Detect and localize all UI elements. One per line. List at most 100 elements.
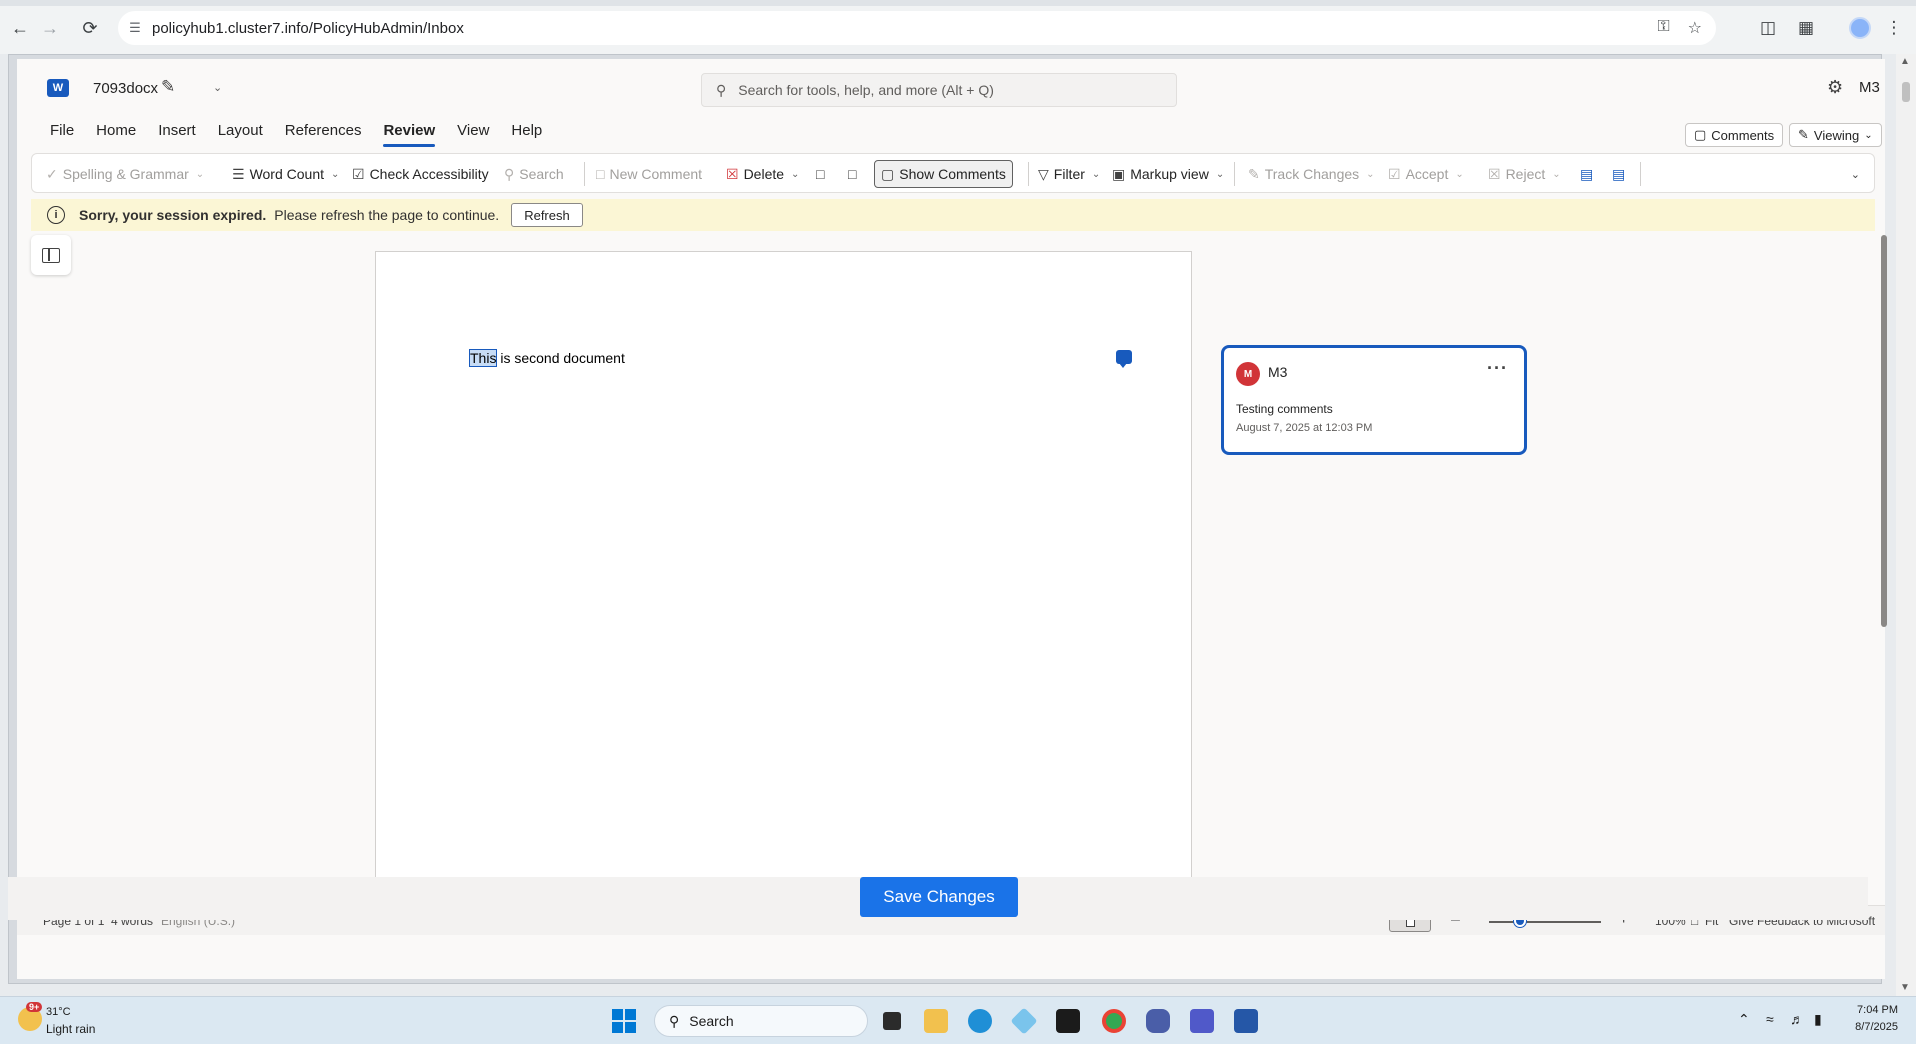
edge-icon[interactable]: [968, 1009, 992, 1033]
document-paragraph[interactable]: This is second document: [468, 349, 625, 367]
check-accessibility-label: Check Accessibility: [369, 166, 489, 182]
previous-change-icon: ▤: [1580, 165, 1594, 182]
tab-insert[interactable]: Insert: [147, 121, 207, 147]
chevron-down-icon: ⌄: [1455, 168, 1464, 180]
show-hidden-icons-icon[interactable]: ⌃: [1738, 1011, 1750, 1028]
weather-badge: 9+: [26, 1002, 43, 1012]
forward-icon[interactable]: →: [36, 14, 64, 42]
search-button[interactable]: ⚲ Search: [504, 162, 564, 186]
zoom-slider[interactable]: [1489, 921, 1601, 923]
new-comment-label: New Comment: [609, 166, 703, 182]
new-comment-icon: □: [596, 166, 605, 182]
document-page[interactable]: This is second document: [375, 251, 1192, 909]
track-changes-label: Track Changes: [1264, 166, 1360, 182]
markup-view-button[interactable]: ▣ Markup view ⌄: [1112, 162, 1224, 186]
more-options-icon[interactable]: ···: [1487, 358, 1508, 379]
task-view-icon[interactable]: [883, 1012, 901, 1030]
show-comments-icon: ▢: [881, 165, 895, 182]
page-scroll-thumb[interactable]: [1902, 82, 1910, 102]
document-scrollbar-thumb[interactable]: [1881, 235, 1887, 627]
chrome-icon[interactable]: [1102, 1009, 1126, 1033]
browser-menu-icon[interactable]: ⋮: [1880, 14, 1908, 42]
delete-label: Delete: [743, 166, 785, 182]
spelling-grammar-button[interactable]: ✓ Spelling & Grammar ⌄: [46, 162, 204, 186]
filter-button[interactable]: ▽ Filter ⌄: [1038, 162, 1100, 186]
copilot-icon[interactable]: [1010, 1007, 1038, 1035]
terminal-icon[interactable]: [1056, 1009, 1080, 1033]
tab-references[interactable]: References: [274, 121, 373, 147]
comment-icon: ▢: [1694, 127, 1707, 142]
ribbon-divider: [1234, 162, 1235, 186]
reload-icon[interactable]: ⟳: [76, 14, 104, 42]
markup-view-label: Markup view: [1130, 166, 1209, 182]
new-comment-button[interactable]: □ New Comment: [596, 162, 702, 186]
extensions-icon[interactable]: ▦: [1792, 14, 1820, 42]
chevron-down-icon: ⌄: [1864, 129, 1873, 141]
bookmark-star-icon[interactable]: ☆: [1688, 18, 1702, 38]
tab-review[interactable]: Review: [372, 121, 446, 147]
ribbon-tabs: File Home Insert Layout References Revie…: [39, 121, 553, 147]
gear-icon[interactable]: ⚙: [1827, 77, 1843, 98]
comment-marker-icon[interactable]: [1116, 350, 1132, 368]
delete-comment-button[interactable]: ☒ Delete ⌄: [726, 162, 799, 186]
clock-date[interactable]: 8/7/2025: [1846, 1021, 1898, 1033]
refresh-button[interactable]: Refresh: [511, 203, 583, 227]
show-comments-button[interactable]: ▢ Show Comments: [874, 160, 1013, 188]
url-text[interactable]: policyhub1.cluster7.info/PolicyHubAdmin/…: [152, 20, 464, 37]
search-input[interactable]: ⚲ Search for tools, help, and more (Alt …: [701, 73, 1177, 107]
clock-time[interactable]: 7:04 PM: [1852, 1004, 1898, 1016]
selected-text[interactable]: This: [468, 349, 498, 367]
chevron-down-icon[interactable]: ⌄: [213, 81, 222, 94]
chevron-down-icon: ⌄: [1091, 168, 1101, 180]
tab-home[interactable]: Home: [85, 121, 147, 147]
tab-file[interactable]: File: [39, 121, 85, 147]
address-bar[interactable]: ☰ policyhub1.cluster7.info/PolicyHubAdmi…: [118, 11, 1716, 45]
file-explorer-icon[interactable]: [924, 1009, 948, 1033]
check-accessibility-button[interactable]: ☑ Check Accessibility: [352, 162, 489, 186]
back-icon[interactable]: ←: [6, 14, 34, 42]
weather-description[interactable]: Light rain: [46, 1022, 95, 1036]
battery-icon[interactable]: ▮: [1814, 1011, 1822, 1028]
previous-comment-button[interactable]: □: [816, 162, 824, 186]
comments-button[interactable]: ▢ Comments: [1685, 123, 1784, 147]
taskbar-search[interactable]: ⚲ Search: [654, 1005, 868, 1037]
session-expired-banner: i Sorry, your session expired. Please re…: [31, 199, 1875, 231]
viewing-mode-button[interactable]: ✎ Viewing ⌄: [1789, 123, 1882, 147]
site-info-icon[interactable]: ☰: [118, 20, 152, 36]
document-name[interactable]: 7093docx: [93, 80, 158, 97]
scroll-up-icon[interactable]: ▲: [1900, 56, 1910, 67]
next-change-button[interactable]: ▤: [1612, 162, 1625, 186]
remote-desktop-icon[interactable]: [1234, 1009, 1258, 1033]
track-changes-button[interactable]: ✎ Track Changes ⌄: [1248, 162, 1375, 186]
start-icon[interactable]: [612, 1009, 636, 1033]
tab-search-icon[interactable]: ◫: [1754, 14, 1782, 42]
comment-card[interactable]: M M3 ··· Testing comments August 7, 2025…: [1221, 345, 1527, 455]
save-changes-button[interactable]: Save Changes: [860, 877, 1018, 917]
tab-view[interactable]: View: [446, 121, 500, 147]
user-account[interactable]: M3: [1859, 79, 1880, 96]
ribbon-divider: [1640, 162, 1641, 186]
tab-help[interactable]: Help: [500, 121, 553, 147]
filter-label: Filter: [1053, 166, 1085, 182]
paragraph-text[interactable]: is second document: [496, 350, 625, 366]
reject-button[interactable]: ☒ Reject ⌄: [1488, 162, 1561, 186]
password-key-icon[interactable]: ⚿: [1657, 18, 1669, 38]
scroll-down-icon[interactable]: ▼: [1900, 982, 1910, 993]
search-icon: ⚲: [716, 81, 727, 98]
tab-layout[interactable]: Layout: [207, 121, 274, 147]
previous-change-button[interactable]: ▤: [1580, 162, 1593, 186]
volume-icon[interactable]: ♬: [1790, 1011, 1804, 1027]
accept-button[interactable]: ☑ Accept ⌄: [1388, 162, 1464, 186]
tab-strip: [0, 0, 1916, 6]
spelling-icon: ✓: [46, 165, 58, 182]
page-scrollbar[interactable]: ▲ ▼: [1896, 54, 1916, 996]
word-count-button[interactable]: ☰ Word Count ⌄: [232, 162, 339, 186]
word-logo-icon: W: [47, 79, 69, 97]
app-icon[interactable]: [1146, 1009, 1170, 1033]
next-comment-button[interactable]: □: [848, 162, 856, 186]
weather-temperature[interactable]: 31°C: [46, 1006, 71, 1018]
wifi-icon[interactable]: ≈: [1766, 1011, 1774, 1027]
profile-avatar[interactable]: [1846, 14, 1874, 42]
teams-icon[interactable]: [1190, 1009, 1214, 1033]
ribbon-expand-chevron-icon[interactable]: ⌄: [1851, 168, 1860, 181]
